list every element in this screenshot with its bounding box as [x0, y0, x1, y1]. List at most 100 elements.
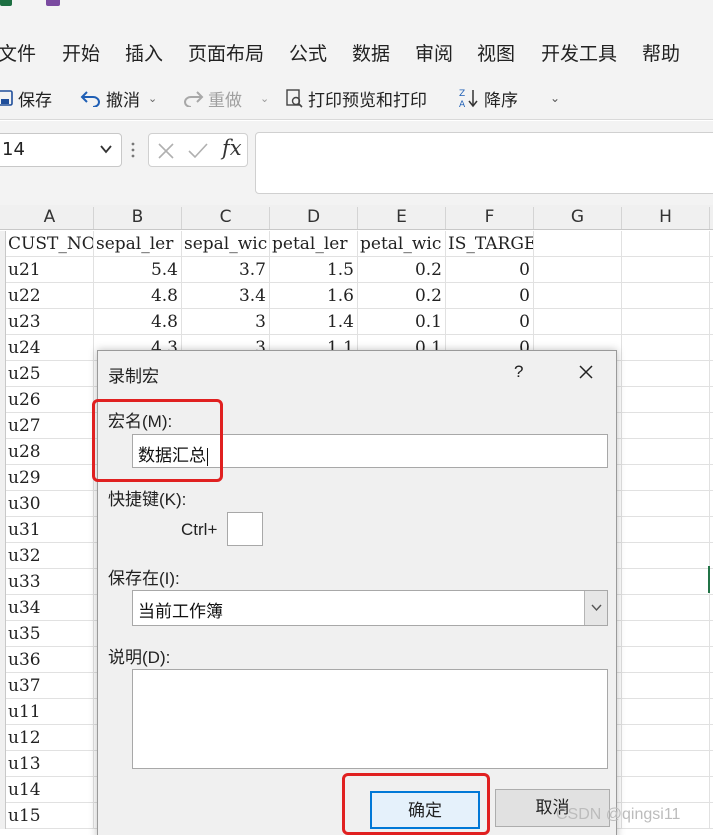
cell[interactable]	[622, 231, 710, 257]
cell[interactable]	[622, 413, 710, 439]
cell[interactable]: u37	[6, 673, 94, 699]
cell[interactable]: 0	[446, 309, 534, 335]
tab-home[interactable]: 开始	[62, 39, 100, 66]
cell[interactable]	[622, 361, 710, 387]
shortcut-key-field[interactable]	[227, 512, 263, 546]
print-preview-button[interactable]: 打印预览和打印	[284, 86, 427, 111]
store-in-select[interactable]: 当前工作簿	[132, 590, 608, 626]
cell[interactable]	[622, 309, 710, 335]
macro-name-field[interactable]: 数据汇总	[132, 434, 608, 468]
cell[interactable]: 0.2	[358, 257, 446, 283]
close-icon[interactable]	[578, 364, 594, 380]
cell[interactable]	[622, 751, 710, 777]
cell[interactable]: 1.6	[270, 283, 358, 309]
undo-button[interactable]: 撤消	[80, 86, 140, 111]
store-in-dropdown-button[interactable]	[584, 591, 607, 625]
tab-view[interactable]: 视图	[477, 39, 515, 66]
cell[interactable]: CUST_NO	[6, 231, 94, 257]
ok-button[interactable]: 确定	[370, 791, 480, 829]
save-button[interactable]: 保存	[0, 86, 52, 111]
cell[interactable]	[622, 647, 710, 673]
cell[interactable]	[622, 283, 710, 309]
insert-function-icon[interactable]: fx	[222, 136, 242, 160]
column-header-b[interactable]: B	[94, 207, 182, 229]
column-header-a[interactable]: A	[6, 207, 94, 229]
cell[interactable]	[622, 439, 710, 465]
cell[interactable]: 4.8	[94, 283, 182, 309]
cell[interactable]	[534, 231, 622, 257]
cell[interactable]: u13	[6, 751, 94, 777]
cell[interactable]	[622, 569, 710, 595]
cell[interactable]	[622, 335, 710, 361]
tab-data[interactable]: 数据	[352, 39, 390, 66]
cell[interactable]: 0	[446, 257, 534, 283]
table-row[interactable]: u21 5.4 3.7 1.5 0.2 0	[0, 257, 713, 283]
tab-help[interactable]: 帮助	[642, 39, 680, 66]
cell[interactable]: 3.4	[182, 283, 270, 309]
help-button[interactable]: ?	[514, 362, 523, 382]
tab-insert[interactable]: 插入	[125, 39, 163, 66]
cell[interactable]: u32	[6, 543, 94, 569]
undo-dropdown-icon[interactable]: ⌄	[148, 86, 157, 110]
cell[interactable]	[534, 283, 622, 309]
column-header-e[interactable]: E	[358, 207, 446, 229]
cell[interactable]: u26	[6, 387, 94, 413]
cell[interactable]	[622, 725, 710, 751]
cancel-entry-icon[interactable]	[157, 142, 175, 160]
tab-page-layout[interactable]: 页面布局	[188, 39, 264, 66]
cell[interactable]	[534, 257, 622, 283]
customize-toolbar-icon[interactable]: ⌄	[550, 86, 560, 110]
cell[interactable]	[622, 257, 710, 283]
column-header-d[interactable]: D	[270, 207, 358, 229]
table-row[interactable]: CUST_NO sepal_ler sepal_wic petal_ler petal_…	[0, 231, 713, 257]
description-textarea[interactable]	[132, 669, 608, 769]
tab-review[interactable]: 审阅	[415, 39, 453, 66]
confirm-entry-icon[interactable]	[187, 142, 209, 160]
cell[interactable]: u33	[6, 569, 94, 595]
cell[interactable]: u29	[6, 465, 94, 491]
cell[interactable]: u35	[6, 621, 94, 647]
formula-bar-separator-icon[interactable]	[131, 141, 135, 159]
cell[interactable]: 3.7	[182, 257, 270, 283]
redo-dropdown-icon[interactable]: ⌄	[260, 86, 269, 110]
cell[interactable]: IS_TARGET	[446, 231, 534, 257]
cell[interactable]: sepal_wic	[182, 231, 270, 257]
tab-file[interactable]: 文件	[0, 39, 36, 66]
cell[interactable]	[622, 465, 710, 491]
cell[interactable]: 0.1	[358, 309, 446, 335]
cell[interactable]: u31	[6, 517, 94, 543]
column-header-f[interactable]: F	[446, 207, 534, 229]
tab-developer[interactable]: 开发工具	[541, 39, 617, 66]
cell[interactable]: 0.2	[358, 283, 446, 309]
cell[interactable]: 1.5	[270, 257, 358, 283]
cell[interactable]: u23	[6, 309, 94, 335]
cell[interactable]: u36	[6, 647, 94, 673]
cell[interactable]: 5.4	[94, 257, 182, 283]
name-box[interactable]: 14	[0, 133, 122, 167]
sort-descending-button[interactable]: ZA 降序	[458, 86, 518, 111]
cell[interactable]: u28	[6, 439, 94, 465]
cell[interactable]: petal_ler	[270, 231, 358, 257]
cell[interactable]: u24	[6, 335, 94, 361]
cell[interactable]: u21	[6, 257, 94, 283]
tab-formulas[interactable]: 公式	[289, 39, 327, 66]
table-row[interactable]: u23 4.8 3 1.4 0.1 0	[0, 309, 713, 335]
cell[interactable]	[622, 621, 710, 647]
cell[interactable]: 4.8	[94, 309, 182, 335]
column-header-c[interactable]: C	[182, 207, 270, 229]
cell[interactable]: petal_wic	[358, 231, 446, 257]
cell[interactable]	[622, 517, 710, 543]
cell[interactable]: u34	[6, 595, 94, 621]
title-save-icon[interactable]	[46, 0, 60, 6]
cell[interactable]: u14	[6, 777, 94, 803]
cell[interactable]: u22	[6, 283, 94, 309]
cell[interactable]	[622, 387, 710, 413]
cell[interactable]: u30	[6, 491, 94, 517]
cell[interactable]	[622, 595, 710, 621]
cell[interactable]: u27	[6, 413, 94, 439]
cell[interactable]	[622, 491, 710, 517]
cell[interactable]	[622, 673, 710, 699]
cell[interactable]: u15	[6, 803, 94, 829]
cell[interactable]	[534, 309, 622, 335]
cell[interactable]	[622, 543, 710, 569]
